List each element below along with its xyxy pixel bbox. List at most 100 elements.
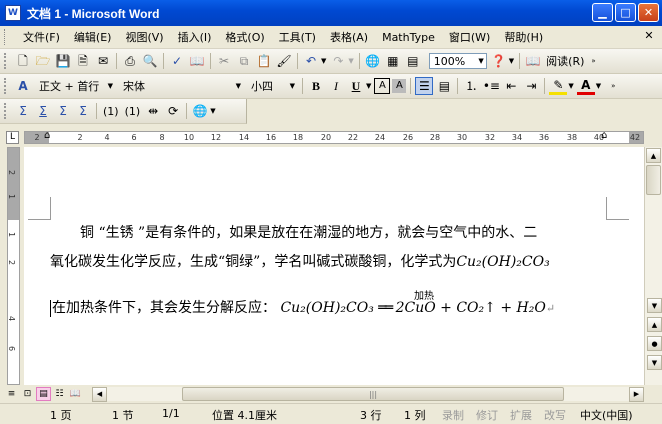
normal-view-icon[interactable]: ≡: [4, 387, 19, 401]
email-icon[interactable]: ✉: [94, 52, 112, 70]
status-track-changes[interactable]: 修订: [476, 407, 498, 423]
hyperlink-icon[interactable]: 🌐: [364, 52, 382, 70]
redo-icon[interactable]: ↷: [329, 52, 347, 70]
horizontal-scroll-thumb[interactable]: |||: [182, 387, 564, 401]
menu-insert[interactable]: 插入(I): [171, 29, 219, 45]
menu-table[interactable]: 表格(A): [323, 29, 375, 45]
document-page[interactable]: 铜 “生锈 ”是有条件的，如果是放在在潮湿的地方，就会与空气中的水、二 氧化碳发…: [24, 147, 644, 385]
reaction-equation[interactable]: Cu₂(OH)₂CO₃ ══ 2CuO + CO₂↑ + H₂O: [280, 300, 545, 316]
redo-dropdown-icon[interactable]: ▼: [348, 57, 353, 65]
menu-mathtype[interactable]: MathType: [375, 31, 442, 44]
web-layout-view-icon[interactable]: ⊡: [20, 387, 35, 401]
toolbar-grip[interactable]: [4, 103, 9, 119]
print-icon[interactable]: ⎙: [121, 52, 139, 70]
toolbar-options-icon[interactable]: »: [591, 57, 595, 65]
word-app-icon[interactable]: W: [5, 5, 21, 21]
menu-window[interactable]: 窗口(W): [442, 29, 497, 45]
scroll-up-icon[interactable]: ▲: [646, 148, 661, 163]
right-indent-marker-icon[interactable]: ⌂: [601, 130, 607, 141]
decrease-indent-icon[interactable]: ⇤: [502, 77, 520, 95]
underline-icon[interactable]: U: [347, 77, 365, 95]
vertical-ruler[interactable]: 2 1 1 2 4 6: [7, 147, 20, 385]
insert-table-icon[interactable]: ▤: [404, 52, 422, 70]
character-border-icon[interactable]: A: [374, 78, 391, 94]
distributed-align-icon[interactable]: ▤: [435, 77, 453, 95]
print-layout-view-icon[interactable]: ▤: [36, 387, 51, 401]
paste-icon[interactable]: 📋: [255, 52, 273, 70]
format-painter-icon[interactable]: 🖌: [275, 52, 293, 70]
status-record[interactable]: 录制: [442, 407, 464, 423]
cut-icon[interactable]: ✂: [215, 52, 233, 70]
update-equation-numbers-icon[interactable]: ⟳: [164, 102, 182, 120]
justify-icon[interactable]: ☰: [415, 77, 434, 95]
read-mode-button[interactable]: 阅读(R): [546, 53, 584, 69]
toolbar-options-icon[interactable]: »: [611, 82, 615, 90]
tables-borders-icon[interactable]: ▦: [384, 52, 402, 70]
next-page-icon[interactable]: ▼: [647, 355, 662, 370]
reading-layout-view-icon[interactable]: 📖: [68, 387, 83, 401]
paragraph-1[interactable]: 铜 “生锈 ”是有条件的，如果是放在在潮湿的地方，就会与空气中的水、二 氧化碳发…: [50, 219, 610, 277]
equation-chapter-icon[interactable]: ⇹: [144, 102, 162, 120]
outline-view-icon[interactable]: ☷: [52, 387, 67, 401]
save-icon[interactable]: 💾: [54, 52, 72, 70]
insert-equation-reference-button[interactable]: (1): [125, 105, 141, 118]
new-document-icon[interactable]: 🗋: [14, 52, 32, 70]
insert-display-equation-icon[interactable]: Σ: [34, 102, 52, 120]
font-dropdown[interactable]: 宋体 ▼: [119, 78, 243, 94]
highlight-dropdown-icon[interactable]: ▼: [568, 82, 573, 90]
spelling-icon[interactable]: ✓: [168, 52, 186, 70]
numbering-icon[interactable]: ⒈: [462, 77, 480, 95]
bullets-icon[interactable]: •≡: [482, 77, 500, 95]
zoom-dropdown[interactable]: 100% ▼: [428, 53, 487, 69]
paragraph-2[interactable]: 在加热条件下，其会发生分解反应： Cu₂(OH)₂CO₃ ══ 2CuO + C…: [50, 297, 555, 317]
indent-marker-icon[interactable]: ⌂: [44, 130, 50, 141]
scroll-right-icon[interactable]: ▶: [629, 386, 644, 402]
menu-grip[interactable]: [4, 29, 8, 45]
status-extend[interactable]: 扩展: [510, 407, 532, 423]
menu-view[interactable]: 视图(V): [118, 29, 170, 45]
insert-equation-number-button[interactable]: (1): [103, 105, 119, 118]
menu-tools[interactable]: 工具(T): [272, 29, 323, 45]
permission-icon[interactable]: 🗎: [74, 52, 92, 70]
menu-edit[interactable]: 编辑(E): [67, 29, 119, 45]
vertical-scrollbar[interactable]: ▲ ▼ ▲ ● ▼: [644, 147, 662, 385]
copy-icon[interactable]: ⧉: [235, 52, 253, 70]
print-preview-icon[interactable]: 🔍: [141, 52, 159, 70]
toolbar-grip[interactable]: [4, 53, 9, 69]
select-browse-object-icon[interactable]: ●: [647, 336, 662, 351]
toolbar-grip[interactable]: [4, 78, 9, 94]
menu-help[interactable]: 帮助(H): [497, 29, 550, 45]
styles-formatting-icon[interactable]: A: [14, 77, 32, 95]
close-button[interactable]: ✕: [638, 3, 659, 22]
tab-selector-icon[interactable]: L: [6, 131, 19, 144]
font-color-icon[interactable]: A: [576, 77, 595, 95]
increase-indent-icon[interactable]: ⇥: [522, 77, 540, 95]
bold-icon[interactable]: B: [307, 77, 325, 95]
vertical-scroll-thumb[interactable]: [646, 165, 661, 195]
research-icon[interactable]: 📖: [188, 52, 206, 70]
highlight-icon[interactable]: ✎: [549, 77, 568, 95]
minimize-button[interactable]: ▁: [592, 3, 613, 22]
horizontal-ruler[interactable]: 2 2 4 6 8 10 12 14 16 18 20 22 24 26 28 …: [24, 130, 644, 144]
undo-icon[interactable]: ↶: [302, 52, 320, 70]
undo-dropdown-icon[interactable]: ▼: [321, 57, 326, 65]
scroll-left-icon[interactable]: ◀: [92, 386, 107, 402]
insert-right-numbered-equation-icon[interactable]: Σ: [74, 102, 92, 120]
toolbar-options-icon[interactable]: ▼: [210, 107, 215, 115]
underline-dropdown-icon[interactable]: ▼: [366, 82, 371, 90]
mathtype-web-icon[interactable]: 🌐: [191, 102, 209, 120]
insert-inline-equation-icon[interactable]: Σ: [14, 102, 32, 120]
help-icon[interactable]: ❓: [490, 52, 508, 70]
character-shading-icon[interactable]: A: [392, 79, 407, 93]
insert-left-numbered-equation-icon[interactable]: Σ: [54, 102, 72, 120]
document-close-icon[interactable]: ✕: [642, 29, 656, 43]
style-dropdown[interactable]: 正文 + 首行 ▼: [35, 78, 115, 94]
help-dropdown-icon[interactable]: ▼: [509, 57, 514, 65]
maximize-button[interactable]: □: [615, 3, 636, 22]
horizontal-scrollbar[interactable]: ◀ ||| ▶: [92, 386, 644, 402]
previous-page-icon[interactable]: ▲: [647, 317, 662, 332]
menu-file[interactable]: 文件(F): [16, 29, 67, 45]
font-size-dropdown[interactable]: 小四 ▼: [247, 78, 297, 94]
status-overtype[interactable]: 改写: [544, 407, 566, 423]
open-folder-icon[interactable]: 🗁: [34, 52, 52, 70]
